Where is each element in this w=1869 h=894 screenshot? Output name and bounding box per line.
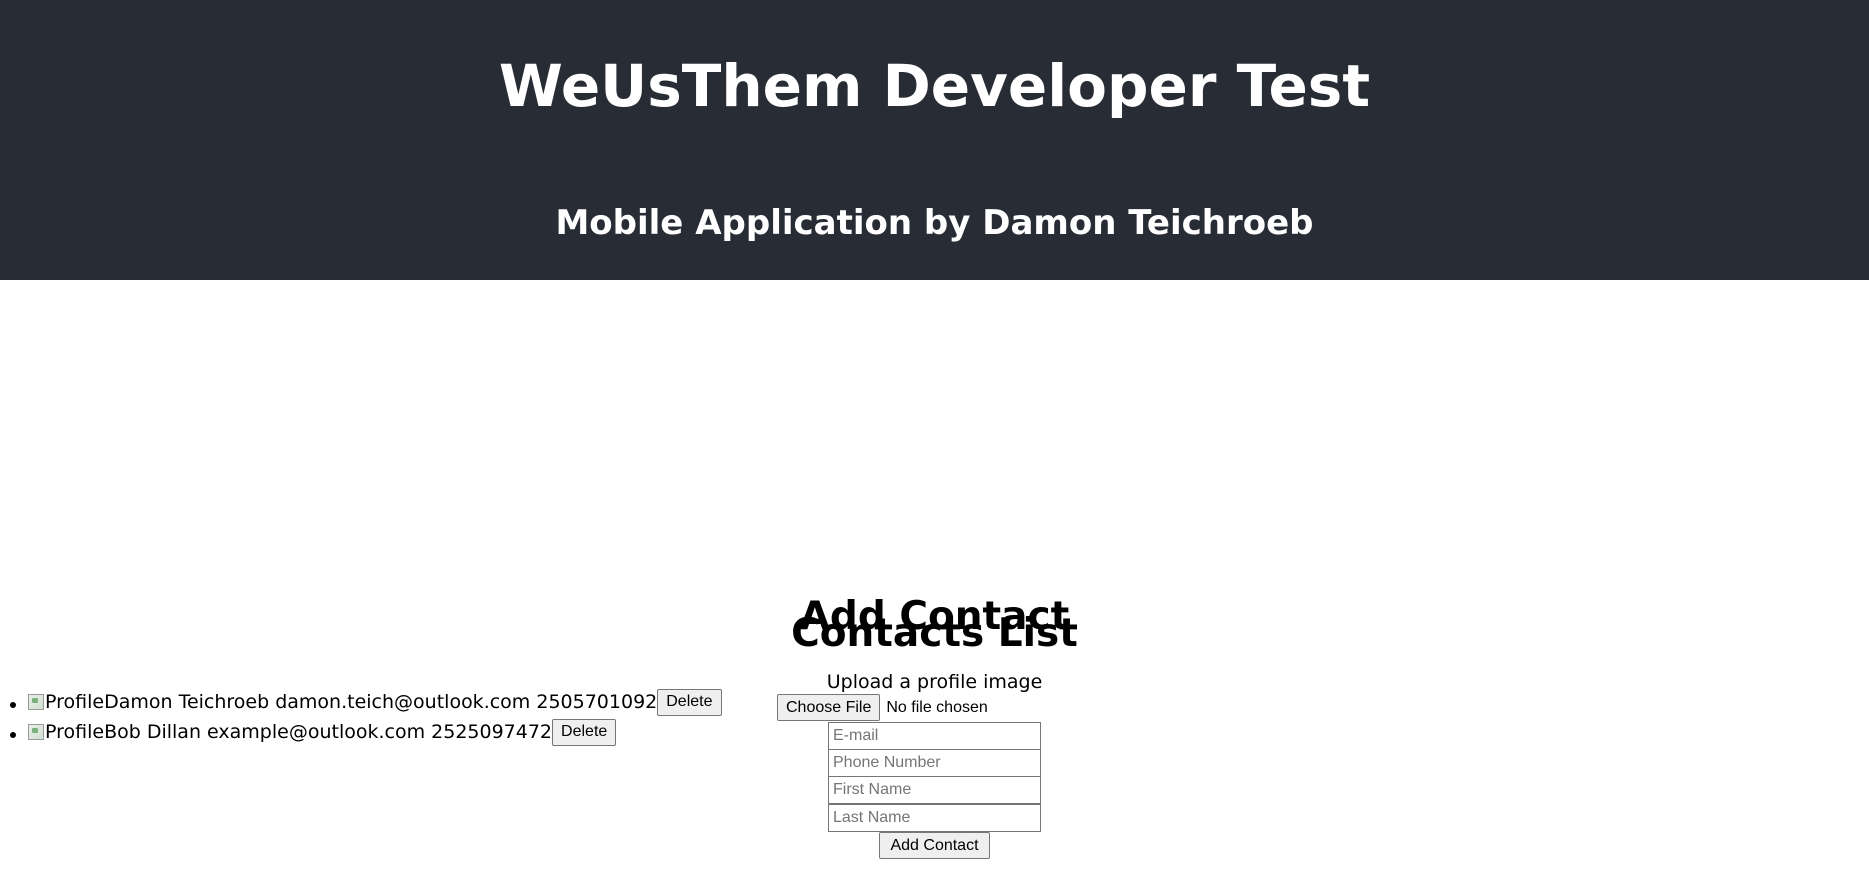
email-input[interactable] [828,722,1041,750]
app-header: WeUsThem Developer Test Mobile Applicati… [0,0,1869,280]
contact-email: example@outlook.com [207,721,426,743]
contacts-list: ProfileDamon Teichroeb damon.teich@outlo… [0,687,722,747]
profile-image-alt: Profile [45,721,105,743]
broken-image-icon [28,694,44,710]
contact-phone: 2525097472 [431,721,553,743]
phone-number-input[interactable] [828,749,1041,777]
contact-phone: 2505701092 [536,691,658,713]
last-name-input[interactable] [828,804,1041,832]
contact-name: Bob Dillan [104,721,201,743]
profile-image: Profile [28,687,104,717]
first-name-input[interactable] [828,776,1041,804]
contacts-list-heading: Contacts List [791,611,1078,656]
choose-file-button[interactable]: Choose File [777,694,881,721]
contact-name: Damon Teichroeb [104,691,270,713]
list-item: ProfileBob Dillan example@outlook.com 25… [28,717,722,747]
app-subtitle: Mobile Application by Damon Teichroeb [555,203,1314,243]
profile-image: Profile [28,717,104,747]
delete-button[interactable]: Delete [552,718,617,746]
add-contact-button[interactable]: Add Contact [879,832,990,859]
file-status-text: No file chosen [886,698,988,716]
list-item: ProfileDamon Teichroeb damon.teich@outlo… [28,687,722,717]
app-title: WeUsThem Developer Test [498,52,1371,120]
contact-email: damon.teich@outlook.com [275,691,531,713]
profile-image-alt: Profile [45,691,105,713]
file-input[interactable]: Choose File No file chosen [777,694,988,721]
broken-image-icon [28,724,44,740]
delete-button[interactable]: Delete [657,688,722,716]
